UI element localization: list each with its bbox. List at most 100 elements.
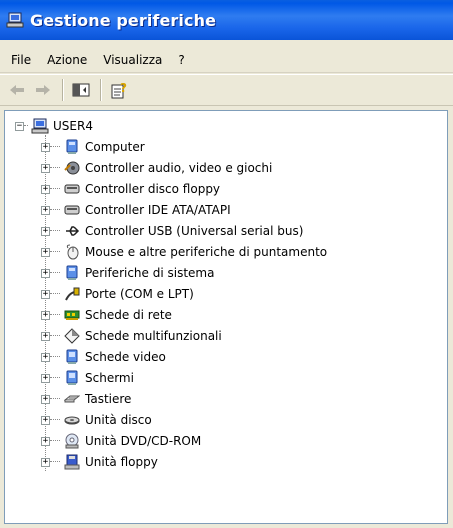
tree-root-label: USER4 [53,119,93,133]
menu-help[interactable]: ? [171,51,191,69]
floppy-controller-icon [63,181,81,197]
tree-node-floppy-controller[interactable]: + Controller disco floppy [41,180,220,198]
usb-icon [63,223,81,239]
tree-node-label: Computer [85,140,145,154]
dvd-icon [63,433,81,449]
expand-icon[interactable]: + [41,289,50,299]
toolbar-separator-2 [100,79,102,101]
window-title: Gestione periferiche [30,10,217,30]
back-arrow-icon [10,85,24,95]
tree-node-label: Controller audio, video e giochi [85,161,273,175]
back-button[interactable] [6,79,28,101]
tree-node-label: Schede di rete [85,308,172,322]
expand-icon[interactable]: + [41,310,50,320]
expand-icon[interactable]: + [41,457,50,467]
port-icon [63,286,81,302]
tree-connector [50,188,60,190]
tree-node-floppy-drives[interactable]: + Unità floppy [41,453,158,471]
tree-connector [50,251,60,253]
forward-button[interactable] [32,79,54,101]
expand-icon[interactable]: + [41,331,50,341]
menu-azione[interactable]: Azione [40,51,94,69]
show-hide-console-tree-button[interactable] [70,79,92,101]
tree-connector [50,440,60,442]
tree-node-audio[interactable]: + Controller audio, video e giochi [41,159,272,177]
network-card-icon [63,307,81,323]
expand-icon[interactable]: + [41,373,50,383]
properties-button[interactable]: ? [108,79,130,101]
tree-connector [50,167,60,169]
audio-icon [63,160,81,176]
monitor-icon [63,370,81,386]
tree-node-ports[interactable]: + Porte (COM e LPT) [41,285,194,303]
tree-node-label: Controller USB (Universal serial bus) [85,224,304,238]
tree-node-ide-controller[interactable]: + Controller IDE ATA/ATAPI [41,201,231,219]
system-device-icon [63,265,81,281]
tree-node-multifunction[interactable]: + Schede multifunzionali [41,327,222,345]
expand-icon[interactable]: + [41,436,50,446]
tree-node-label: Schede multifunzionali [85,329,222,343]
mouse-icon [63,244,81,260]
tree-connector [50,419,60,421]
console-tree-icon [72,83,90,97]
tree-connector [50,314,60,316]
tree-node-network[interactable]: + Schede di rete [41,306,172,324]
tree-node-label: Mouse e altre periferiche di puntamento [85,245,328,259]
tree-connector [50,335,60,337]
tree-node-label: Controller disco floppy [85,182,221,196]
tree-connector [50,398,60,400]
expand-icon[interactable]: + [41,415,50,425]
expand-icon[interactable]: + [41,184,50,194]
tree-node-disk-drives[interactable]: + Unità disco [41,411,152,429]
tree-node-label: Periferiche di sistema [85,266,215,280]
video-card-icon [63,349,81,365]
tree-root-user4[interactable]: − USER4 [15,117,93,135]
expand-icon[interactable]: + [41,352,50,362]
disk-drive-icon [63,412,81,428]
tree-node-label: Schede video [85,350,166,364]
tree-node-label: Controller IDE ATA/ATAPI [85,203,231,217]
ide-controller-icon [63,202,81,218]
expand-icon[interactable]: + [41,394,50,404]
tree-connector [50,272,60,274]
expand-icon[interactable]: + [41,205,50,215]
floppy-drive-icon [63,454,81,470]
device-tree[interactable]: − USER4 + Computer + Controller audio, v… [4,110,448,524]
tree-connector [50,146,60,148]
tree-node-video[interactable]: + Schede video [41,348,166,366]
tree-node-label: Unità floppy [85,455,158,469]
expand-icon[interactable]: + [41,163,50,173]
tree-node-label: Schermi [85,371,134,385]
tree-node-dvd[interactable]: + Unità DVD/CD-ROM [41,432,201,450]
collapse-icon[interactable]: − [15,121,24,131]
tree-node-usb-controller[interactable]: + Controller USB (Universal serial bus) [41,222,303,240]
expand-icon[interactable]: + [41,142,50,152]
tree-node-keyboards[interactable]: + Tastiere [41,390,131,408]
tree-node-label: Unità DVD/CD-ROM [85,434,202,448]
expand-icon[interactable]: + [41,268,50,278]
menu-bar: File Azione Visualizza ? [0,47,453,73]
tree-node-mouse[interactable]: + Mouse e altre periferiche di puntament… [41,243,327,261]
expand-icon[interactable]: + [41,226,50,236]
tree-connector [50,209,60,211]
tree-node-label: Porte (COM e LPT) [85,287,194,301]
tree-connector [50,461,60,463]
menu-file[interactable]: File [4,51,38,69]
expand-icon[interactable]: + [41,247,50,257]
svg-text:?: ? [120,81,127,95]
tree-node-computer[interactable]: + Computer [41,138,145,156]
tree-connector [24,125,28,127]
title-bar: Gestione periferiche [0,0,453,40]
menu-visualizza[interactable]: Visualizza [96,51,169,69]
device-manager-window: Gestione periferiche File Azione Visuali… [0,0,453,528]
forward-arrow-icon [36,85,50,95]
tree-connector [50,293,60,295]
properties-help-icon: ? [111,81,127,99]
keyboard-icon [63,391,81,407]
multifunction-icon [63,328,81,344]
toolbar-separator [62,79,64,101]
tree-connector [50,356,60,358]
tree-node-system-devices[interactable]: + Periferiche di sistema [41,264,214,282]
tree-node-label: Unità disco [85,413,152,427]
tree-node-monitors[interactable]: + Schermi [41,369,134,387]
